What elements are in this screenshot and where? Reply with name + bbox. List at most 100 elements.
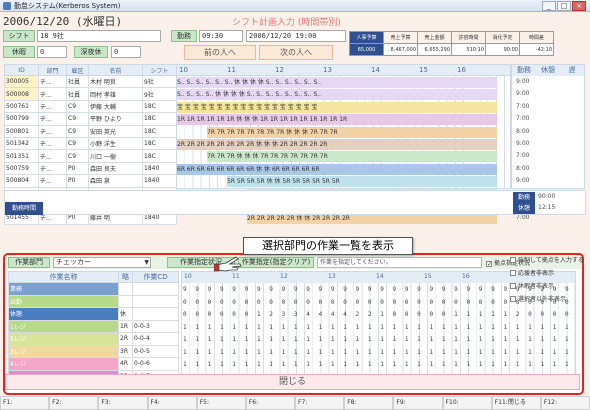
function-key-10[interactable]: F10: <box>442 396 492 410</box>
shinya-button[interactable]: 深夜休 <box>74 46 108 58</box>
shift-grid-row[interactable]: S.. S.. S.. S.. 休 休 休 休 S.. S.. S.. S.. … <box>177 89 497 101</box>
option-checkbox[interactable]: 選択者以外非表示 <box>510 294 588 307</box>
task-row[interactable]: 3レジ 3R 0-0-5 <box>8 344 179 358</box>
table-cell: チ... <box>38 161 67 176</box>
function-key-3[interactable]: F3: <box>98 396 148 410</box>
kyuka-button[interactable]: 休暇 <box>3 46 35 58</box>
task-row[interactable]: 1レジ 1R 0-0-3 <box>8 319 179 333</box>
hour-label: 10 <box>179 66 188 74</box>
shift-grid-row[interactable]: 6R 6R 6R 6R 6R 6R 6R 6R 休 休 6R 6R 6R 6R … <box>177 163 497 175</box>
task-row[interactable]: 休憩休 <box>8 307 179 321</box>
task-grid-row[interactable]: 0 0 0 0 0 0 1 2 3 3 4 4 4 4 2 2 1 0 0 0 … <box>183 309 575 322</box>
table-row[interactable]: 501342 チ... C9 小野 洋生 18C <box>4 136 177 151</box>
shift-grid-row[interactable]: 2R 2R 2R 2R 2R 2R 2R 2R 休 休 休 2R 2R 2R 2… <box>177 139 497 150</box>
kinmu-from-field[interactable]: 09:30 <box>199 30 243 42</box>
shift-grid-row[interactable]: 7R 7R 7R 7R 7R 7R 7R 7R 休 休 休 7R 7R 7R <box>207 126 497 138</box>
table-row[interactable]: 501351 チ... C9 川口 一樹 18C <box>4 149 177 163</box>
table-cell: P0 <box>66 161 89 176</box>
table-cell: チ... <box>38 124 67 138</box>
prev-person-button[interactable]: 前の人へ <box>184 45 256 60</box>
table-cell: P0 <box>66 174 89 188</box>
column-header: 勤務 <box>517 66 531 74</box>
maximize-button[interactable]: □ <box>557 1 571 11</box>
shift-grid-row[interactable]: S.. S.. S.. S.. S.. S.. 休 休 休 休 S.. S.. … <box>177 77 497 88</box>
summary-value: 6,655,290 <box>417 43 452 56</box>
shift-grid-row[interactable]: 1R 1R 1R 1R 1R 1R 休 休 休 1R 1R 1R 1R 1R 1… <box>177 114 497 126</box>
summary-value: 510:10 <box>451 43 486 56</box>
column-header[interactable]: 部門 <box>38 64 67 76</box>
column-header[interactable]: 名前 <box>88 64 143 76</box>
table-cell: C9 <box>66 124 89 138</box>
option-checkbox[interactable]: 応援者非表示 <box>510 268 588 281</box>
task-grid-row[interactable]: 1 1 1 1 1 1 1 1 1 1 1 1 1 1 1 1 1 1 1 1 … <box>183 359 575 372</box>
work-hours-strip: 勤務時間 勤務 休憩 90:00 12:15 <box>4 190 586 215</box>
table-row[interactable]: 500801 チ... C9 安田 英光 18C <box>4 124 177 138</box>
column-header[interactable]: ID <box>4 64 39 76</box>
table-cell: 出勤 <box>8 294 119 308</box>
shift-grid-row[interactable]: 宝 宝 宝 宝 宝 宝 宝 宝 宝 宝 宝 宝 宝 宝 宝 宝 宝 宝 <box>177 101 497 113</box>
close-button[interactable]: 閉じる <box>5 374 580 390</box>
work-dept-button[interactable]: 作業部門 <box>8 257 50 268</box>
column-header[interactable]: 雇区 <box>66 64 89 76</box>
kinmu-button[interactable]: 勤務 <box>171 30 197 42</box>
function-key-12[interactable]: F12: <box>540 396 590 410</box>
shift-select[interactable]: 18 9社 <box>37 30 161 42</box>
column-header[interactable]: 作業名称 <box>8 271 119 283</box>
summary-header: 許容時間 <box>451 31 486 44</box>
function-key-1[interactable]: F1: <box>0 396 50 410</box>
option-checkbox[interactable]: 強制して拠点を入力する <box>510 255 588 268</box>
shift-grid-row[interactable]: 2R 2R 2R 2R 2R 休 休 2R 2R 2R 2R <box>247 213 497 225</box>
table-cell: 18C <box>142 99 177 114</box>
column-header[interactable]: 略 <box>118 271 133 283</box>
task-row[interactable]: 業務 <box>8 282 179 296</box>
task-row[interactable]: 2レジ 2R 0-0-4 <box>8 332 179 346</box>
table-cell: チ... <box>38 149 67 163</box>
column-header[interactable]: 作業CD <box>132 271 179 283</box>
minimize-button[interactable]: _ <box>542 1 556 11</box>
shift-time-grid[interactable]: 10 11 12 13 14 15 16 S.. S.. S.. S.. S.. S.. 休… <box>176 64 511 225</box>
task-grid-row[interactable]: 1 1 1 1 1 1 1 1 1 1 1 1 1 1 1 1 1 1 1 1 … <box>183 334 575 347</box>
work-clear-button[interactable]: 作業指定(指定クリア) <box>238 257 314 268</box>
hour-label: 13 <box>323 66 332 74</box>
function-key-2[interactable]: F2: <box>49 396 99 410</box>
close-window-button[interactable]: × <box>572 1 586 11</box>
table-cell: 1840 <box>142 174 177 188</box>
table-row[interactable]: 500008 チ... 社員 岡村 孝雄 9社 <box>4 87 177 101</box>
table-row[interactable]: 300005 チ... 社員 木村 明良 9社 <box>4 74 177 89</box>
summary-value: 65,000 <box>349 43 384 56</box>
table-row[interactable]: 500761 チ... C9 伊藤 大輔 18C <box>4 99 177 114</box>
dept-select-value: チェッカー <box>56 258 91 266</box>
function-key-11[interactable]: F11:閉じる <box>491 396 541 410</box>
function-key-4[interactable]: F4: <box>147 396 197 410</box>
column-header[interactable]: シフト <box>142 64 177 76</box>
shift-grid-row[interactable]: 7R 7R 7R 休 休 休 7R 7R 7R 7R 7R 7R 7R <box>207 151 497 163</box>
app-icon <box>3 2 11 10</box>
table-row[interactable]: 500799 チ... C9 平野 ひより 18C <box>4 112 177 126</box>
hour-label: 14 <box>371 66 380 74</box>
table-row[interactable]: 500759 チ... P0 森田 良夫 1840 <box>4 161 177 176</box>
kinmu-to-field[interactable]: 2006/12/20 19:00 <box>246 30 346 42</box>
table-row[interactable]: 500804 チ... P0 森田 泉 1840 <box>4 174 177 188</box>
next-person-button[interactable]: 次の人へ <box>259 45 333 60</box>
shift-button[interactable]: シフト <box>3 30 35 42</box>
option-checkbox[interactable]: 休暇者非表示 <box>510 281 588 294</box>
shinya-field[interactable]: 0 <box>111 46 141 58</box>
option-label: 選択者以外非表示 <box>518 296 567 303</box>
function-key-6[interactable]: F6: <box>245 396 296 410</box>
function-key-8[interactable]: F8: <box>344 396 394 410</box>
task-row[interactable]: 出勤 <box>8 294 179 308</box>
kyuka-field[interactable]: 0 <box>37 46 67 58</box>
task-row[interactable]: 4レジ 4R 0-0-6 <box>8 357 179 371</box>
kinmu-value: 9:00 <box>516 90 530 98</box>
shift-grid-row[interactable]: 5R 5R 5R 5R 休 休 5R 5R 5R 5R 5R 5R <box>227 176 497 188</box>
table-cell: 森田 泉 <box>88 174 143 188</box>
function-key-9[interactable]: F9: <box>393 396 443 410</box>
task-grid-row[interactable]: 1 1 1 1 1 1 1 1 1 1 1 1 1 1 1 1 1 1 1 1 … <box>183 347 575 360</box>
work-dept-select[interactable]: チェッカー ▼ <box>53 257 151 268</box>
function-key-7[interactable]: F7: <box>295 396 345 410</box>
function-key-5[interactable]: F5: <box>196 396 246 410</box>
task-grid-row[interactable]: 1 1 1 1 1 1 1 1 1 1 1 1 1 1 1 1 1 1 1 1 … <box>183 322 575 335</box>
table-cell: チ... <box>38 136 67 151</box>
hour-label: 11 <box>227 66 236 74</box>
table-cell: 木村 明良 <box>88 74 143 89</box>
